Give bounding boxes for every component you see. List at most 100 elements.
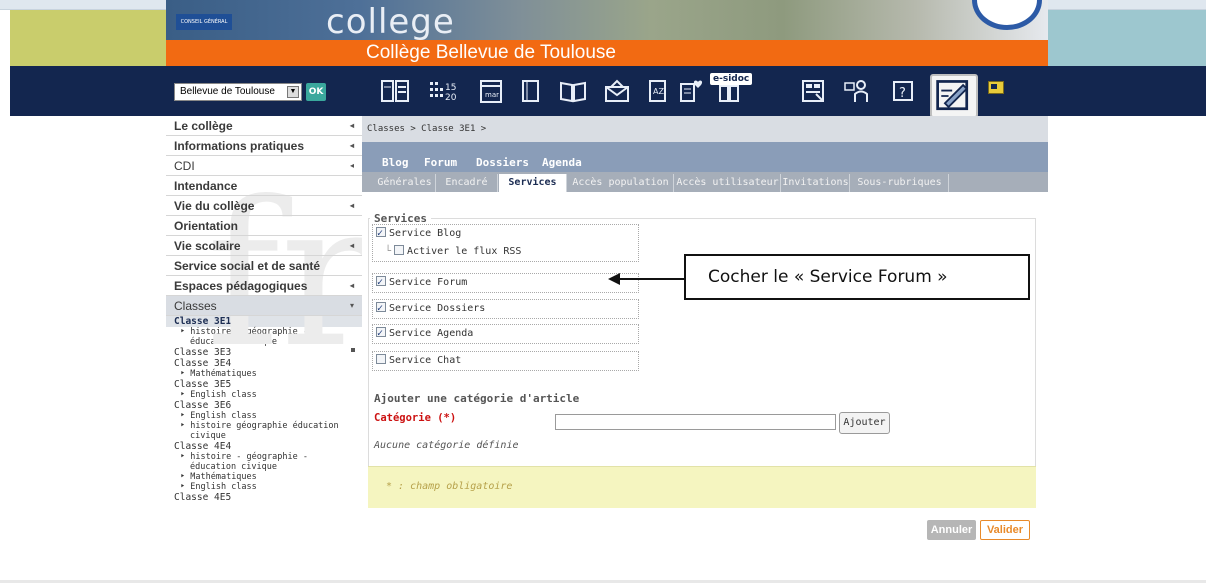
subtab-encadre[interactable]: Encadré (436, 174, 498, 192)
document-favorite-icon[interactable] (676, 78, 706, 104)
sidebar-item-label: Service social et de santé (174, 259, 321, 273)
help-icon[interactable]: ? (888, 78, 918, 104)
tab-forum[interactable]: Forum (424, 156, 457, 169)
sidebar-item-label: Vie scolaire (174, 239, 241, 253)
site-select-value: Bellevue de Toulouse (180, 86, 275, 97)
subtab-services[interactable]: Services (499, 174, 567, 192)
site-title[interactable]: Collège Bellevue de Toulouse (366, 42, 616, 64)
class-subitem[interactable]: histoire géographie éducation (166, 421, 362, 431)
sidebar-item[interactable]: Vie scolaire ◂ (166, 236, 362, 256)
sidebar: fr Le collège ◂ Informations pratiques ◂ CDI… (166, 116, 362, 583)
open-book-icon[interactable] (558, 78, 588, 104)
sidebar-item-label: Orientation (174, 219, 239, 233)
sidebar-item[interactable]: CDI ◂ (166, 156, 362, 176)
sub-tabs: Générales Encadré Services Accès populat… (362, 172, 1048, 192)
chevron-left-icon[interactable]: ◂ (350, 156, 354, 176)
subtab-acces-population[interactable]: Accès population (568, 174, 674, 192)
breadcrumb[interactable]: Classes > Classe 3E1 > (362, 116, 1048, 142)
service-chat-label[interactable]: Service Chat (389, 355, 461, 366)
sidebar-item[interactable]: Orientation (166, 216, 362, 236)
service-dossiers-checkbox[interactable] (376, 300, 386, 318)
rss-label[interactable]: Activer le flux RSS (407, 246, 521, 257)
tab-dossiers[interactable]: Dossiers (476, 156, 529, 169)
forms-icon[interactable] (798, 78, 828, 104)
sidebar-item[interactable]: Informations pratiques ◂ (166, 136, 362, 156)
service-blog-row[interactable]: Service Blog (373, 225, 638, 243)
tab-blog[interactable]: Blog (382, 156, 409, 169)
gutter-left-lime (10, 40, 166, 66)
rss-checkbox[interactable] (394, 245, 405, 255)
svg-text:AZ: AZ (653, 87, 664, 96)
ok-button[interactable]: OK (306, 83, 326, 101)
site-select[interactable]: Bellevue de Toulouse ▼ (174, 83, 302, 101)
class-item[interactable]: Classe 4E5 (166, 492, 362, 503)
service-chat-row[interactable]: Service Chat (373, 352, 638, 370)
subtab-acces-utilisateur[interactable]: Accès utilisateur (675, 174, 781, 192)
calendar-grid-icon[interactable] (380, 78, 410, 104)
required-note: * : champ obligatoire (386, 481, 513, 492)
sidebar-item-label: Vie du collège (174, 199, 255, 213)
edit-mode-icon[interactable] (930, 74, 978, 118)
validate-button[interactable]: Valider (980, 520, 1030, 540)
banner-right-panel (1048, 10, 1206, 40)
stats-icon[interactable]: 15 20 (428, 78, 458, 104)
service-agenda-label[interactable]: Service Agenda (389, 328, 473, 339)
cancel-button[interactable]: Annuler (927, 520, 976, 540)
chevron-left-icon[interactable]: ◂ (350, 136, 354, 156)
chevron-left-icon[interactable]: ◂ (350, 116, 354, 136)
class-subitem[interactable]: Mathématiques (166, 472, 362, 482)
main-content: Classes > Classe 3E1 > Blog Forum Dossie… (362, 116, 1048, 583)
chevron-down-icon[interactable]: ▼ (287, 86, 299, 98)
service-forum-row[interactable]: Service Forum (373, 274, 638, 292)
sidebar-item[interactable]: Intendance (166, 176, 362, 196)
service-forum-checkbox[interactable] (376, 274, 386, 292)
service-dossiers-row[interactable]: Service Dossiers (373, 300, 638, 318)
subtab-generales[interactable]: Générales (374, 174, 436, 192)
class-subitem[interactable]: civique (166, 431, 362, 441)
service-blog-checkbox[interactable] (376, 225, 386, 243)
service-blog-label[interactable]: Service Blog (389, 228, 461, 239)
service-rss-row[interactable]: └ Activer le flux RSS (373, 243, 638, 261)
sidebar-scrollbar[interactable] (350, 312, 356, 352)
sidebar-item[interactable]: Service social et de santé (166, 256, 362, 276)
sidebar-item[interactable]: Espaces pédagogiques ◂ (166, 276, 362, 296)
users-icon[interactable] (842, 78, 872, 104)
sidebar-item-label: Informations pratiques (174, 139, 305, 153)
category-label: Catégorie (*) (374, 412, 457, 424)
service-dossiers-label[interactable]: Service Dossiers (389, 303, 485, 314)
category-input[interactable] (555, 414, 836, 430)
svg-text:15: 15 (445, 83, 456, 93)
service-agenda-row[interactable]: Service Agenda (373, 325, 638, 343)
service-agenda-checkbox[interactable] (376, 325, 386, 343)
service-chat-checkbox[interactable] (376, 354, 386, 364)
banner-college-word: college (326, 2, 455, 40)
service-chat-group: Service Chat (372, 351, 639, 371)
service-forum-label[interactable]: Service Forum (389, 277, 467, 288)
class-item[interactable]: Classe 4E4 (166, 441, 362, 452)
category-heading: Ajouter une catégorie d'article (374, 392, 580, 405)
add-category-button[interactable]: Ajouter (839, 412, 890, 434)
window-icon[interactable] (988, 81, 1004, 94)
envelope-icon[interactable] (602, 78, 632, 104)
banner-logo-ring (972, 0, 1042, 30)
gutter-left-fill (10, 116, 166, 583)
sidebar-item[interactable]: Le collège ◂ (166, 116, 362, 136)
sidebar-item[interactable]: Vie du collège ◂ (166, 196, 362, 216)
arrow-left-icon (608, 273, 686, 285)
tab-agenda[interactable]: Agenda (542, 156, 582, 169)
agenda-icon[interactable]: mar (476, 78, 506, 104)
chevron-left-icon[interactable]: ◂ (350, 236, 354, 256)
class-subitem[interactable]: English class (166, 482, 362, 492)
class-subitem[interactable]: histoire - géographie - (166, 452, 362, 462)
directory-icon[interactable]: AZ (642, 78, 672, 104)
sidebar-item-classes[interactable]: Classes ▾ (166, 296, 362, 316)
sidoc-badge[interactable]: e-sidoc (710, 73, 753, 85)
subtab-sous-rubriques[interactable]: Sous-rubriques (851, 174, 949, 192)
site-title-bar: Collège Bellevue de Toulouse (166, 40, 1048, 66)
chevron-left-icon[interactable]: ◂ (350, 196, 354, 216)
chevron-left-icon[interactable]: ◂ (350, 276, 354, 296)
class-subitem[interactable]: éducation civique (166, 462, 362, 472)
subtab-invitations[interactable]: Invitations (782, 174, 850, 192)
sidebar-item-label: Le collège (174, 119, 233, 133)
book-icon[interactable] (516, 78, 546, 104)
